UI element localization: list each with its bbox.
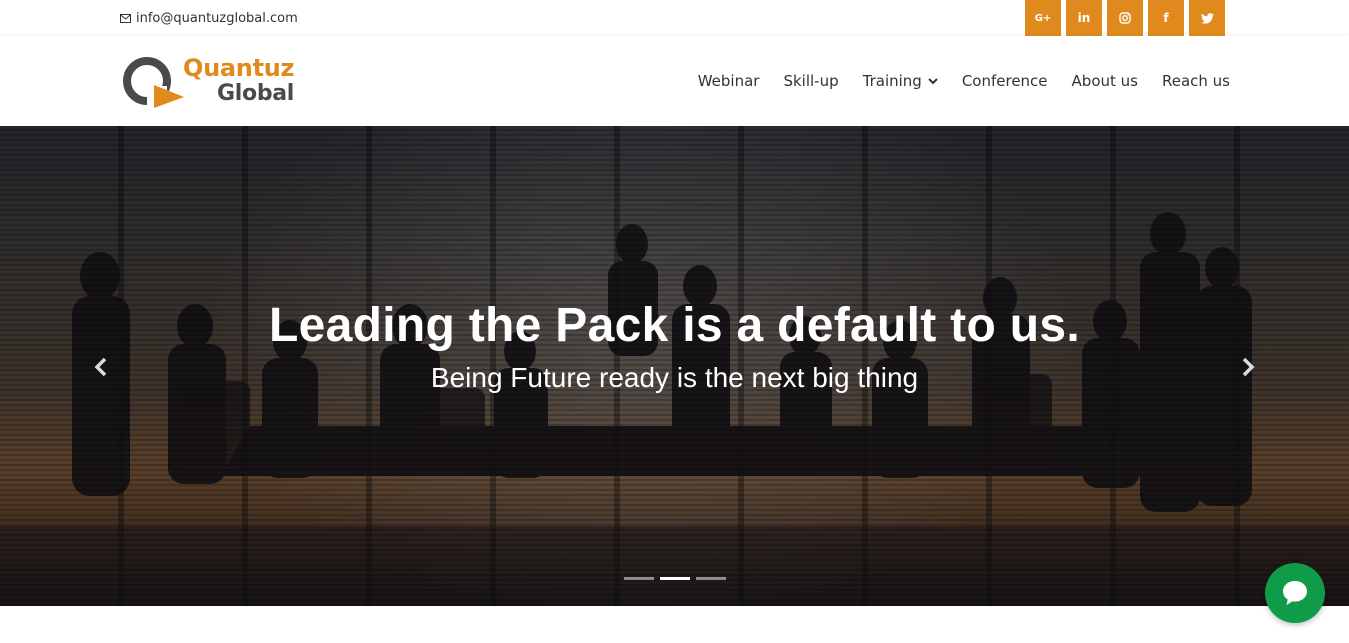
linkedin-icon: in bbox=[1077, 11, 1091, 25]
hero-title: Leading the Pack is a default to us. bbox=[269, 299, 1080, 352]
twitter-button[interactable] bbox=[1189, 0, 1225, 36]
social-links: G+ in f bbox=[1025, 0, 1225, 36]
nav-training-label: Training bbox=[862, 72, 922, 90]
chat-bubble-icon bbox=[1283, 581, 1307, 605]
nav-skill-up[interactable]: Skill-up bbox=[783, 72, 838, 90]
carousel-indicator-2[interactable] bbox=[660, 577, 690, 580]
carousel-indicators bbox=[624, 577, 726, 580]
instagram-button[interactable] bbox=[1107, 0, 1143, 36]
email-text: info@quantuzglobal.com bbox=[136, 11, 298, 26]
nav-skill-up-label: Skill-up bbox=[783, 72, 839, 90]
nav-conference-label: Conference bbox=[961, 72, 1048, 90]
facebook-button[interactable]: f bbox=[1148, 0, 1184, 36]
carousel-indicator-1[interactable] bbox=[624, 577, 654, 580]
envelope-icon bbox=[120, 14, 131, 23]
nav-training[interactable]: Training bbox=[863, 72, 938, 90]
nav-about-us[interactable]: About us bbox=[1072, 72, 1138, 90]
site-header: Quantuz Global Webinar Skill-up Training… bbox=[0, 36, 1349, 126]
chevron-right-icon bbox=[1242, 357, 1255, 377]
nav-webinar-label: Webinar bbox=[697, 72, 760, 90]
nav-about-us-label: About us bbox=[1071, 72, 1138, 90]
top-bar: info@quantuzglobal.com G+ in f bbox=[0, 0, 1349, 36]
logo-word-global: Global bbox=[217, 81, 295, 106]
linkedin-button[interactable]: in bbox=[1066, 0, 1102, 36]
google-plus-icon: G+ bbox=[1034, 12, 1052, 24]
chevron-down-icon bbox=[928, 77, 938, 84]
chat-widget-button[interactable] bbox=[1265, 563, 1325, 623]
google-plus-button[interactable]: G+ bbox=[1025, 0, 1061, 36]
logo-word-quantuz: Quantuz bbox=[183, 54, 295, 82]
nav-reach-us[interactable]: Reach us bbox=[1162, 72, 1230, 90]
facebook-icon: f bbox=[1163, 11, 1169, 25]
chevron-left-icon bbox=[94, 357, 107, 377]
carousel-indicator-3[interactable] bbox=[696, 577, 726, 580]
carousel-next-button[interactable] bbox=[1236, 354, 1260, 380]
carousel-prev-button[interactable] bbox=[89, 354, 113, 380]
logo-mark-icon bbox=[123, 57, 184, 108]
instagram-icon bbox=[1119, 12, 1131, 24]
main-nav: Webinar Skill-up Training Conference Abo… bbox=[698, 72, 1230, 90]
twitter-icon bbox=[1200, 12, 1214, 24]
site-logo[interactable]: Quantuz Global bbox=[120, 50, 310, 110]
hero-carousel: Leading the Pack is a default to us. Bei… bbox=[0, 126, 1349, 606]
hero-subtitle: Being Future ready is the next big thing bbox=[430, 362, 919, 393]
nav-conference[interactable]: Conference bbox=[962, 72, 1048, 90]
contact-email[interactable]: info@quantuzglobal.com bbox=[120, 11, 298, 26]
nav-reach-us-label: Reach us bbox=[1161, 72, 1230, 90]
nav-webinar[interactable]: Webinar bbox=[698, 72, 760, 90]
